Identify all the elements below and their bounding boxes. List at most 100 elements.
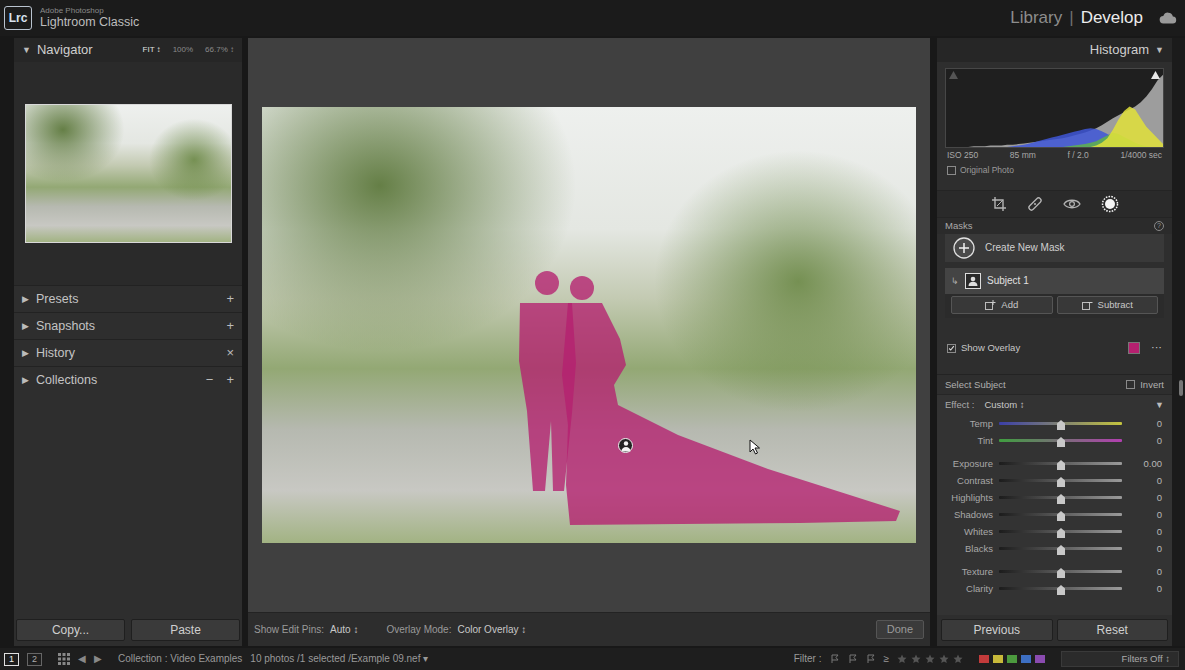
flag-icon[interactable] — [848, 654, 858, 664]
help-button[interactable]: ? — [1154, 221, 1164, 231]
highlight-clipping-icon[interactable] — [1151, 71, 1160, 79]
star-icon[interactable] — [911, 654, 921, 664]
slider-value[interactable]: 0.00 — [1128, 458, 1166, 469]
overlay-color-swatch[interactable] — [1128, 342, 1140, 354]
collapse-toggle[interactable]: ▼ — [1155, 400, 1164, 411]
star-icon[interactable] — [925, 654, 935, 664]
scroll-thumb[interactable] — [1179, 380, 1183, 396]
collapse-toggle[interactable]: ▶ — [22, 348, 29, 359]
slider-thumb[interactable] — [1057, 458, 1065, 468]
slider-value[interactable]: 0 — [1128, 583, 1166, 594]
slider-value[interactable]: 0 — [1128, 566, 1166, 577]
edit-pins-dropdown[interactable]: Auto ↕ — [330, 624, 358, 636]
shadow-clipping-icon[interactable] — [949, 71, 958, 79]
slider-thumb[interactable] — [1057, 435, 1065, 445]
panel-button[interactable]: Previous — [941, 619, 1053, 641]
panel-button[interactable]: Paste — [131, 619, 240, 641]
slider-track[interactable] — [999, 462, 1122, 465]
flag-icon[interactable] — [830, 654, 840, 664]
filter-preset-dropdown[interactable]: Filters Off ↕ — [1061, 651, 1179, 666]
slider-value[interactable]: 0 — [1128, 526, 1166, 537]
screen-button[interactable]: 2 — [27, 653, 42, 666]
adjustment-slider[interactable]: Tint0 — [943, 432, 1166, 449]
show-overlay-row[interactable]: Show Overlay··· — [937, 338, 1172, 358]
panel-row[interactable]: ▶Snapshots+ — [14, 312, 242, 339]
slider-value[interactable]: 0 — [1128, 492, 1166, 503]
star-icon[interactable] — [897, 654, 907, 664]
slider-thumb[interactable] — [1057, 543, 1065, 553]
slider-thumb[interactable] — [1057, 526, 1065, 536]
color-label[interactable] — [1007, 655, 1017, 663]
panel-button[interactable]: Reset — [1057, 619, 1169, 641]
collapse-toggle[interactable]: ▶ — [22, 294, 29, 305]
slider-value[interactable]: 0 — [1128, 543, 1166, 554]
adjustment-slider[interactable]: Clarity0 — [943, 580, 1166, 597]
source-label[interactable]: Collection : Video Examples — [118, 653, 242, 665]
slider-track[interactable] — [999, 587, 1122, 590]
slider-track[interactable] — [999, 513, 1122, 516]
slider-thumb[interactable] — [1057, 492, 1065, 502]
cloud-icon[interactable] — [1159, 12, 1177, 24]
navigator-preview[interactable] — [25, 104, 232, 243]
star-icon[interactable] — [939, 654, 949, 664]
mask-item[interactable]: ↳Subject 1 — [945, 268, 1164, 294]
adjustment-slider[interactable]: Highlights0 — [943, 489, 1166, 506]
adjustment-slider[interactable]: Temp0 — [943, 415, 1166, 432]
slider-value[interactable]: 0 — [1128, 475, 1166, 486]
slider-track[interactable] — [999, 422, 1122, 425]
more-button[interactable]: ··· — [1151, 341, 1162, 354]
original-photo-checkbox[interactable] — [947, 166, 956, 175]
flag-icon[interactable] — [866, 654, 876, 664]
panel-scrollbar[interactable] — [1172, 38, 1185, 646]
module-tab[interactable]: Develop — [1081, 8, 1143, 28]
original-photo-toggle[interactable]: Original Photo — [937, 162, 1172, 178]
adjustment-slider[interactable]: Exposure0.00 — [943, 455, 1166, 472]
collapse-toggle[interactable]: ▼ — [1155, 45, 1164, 56]
histogram-header[interactable]: Histogram▼ — [937, 38, 1172, 62]
grid-icon[interactable] — [58, 653, 70, 665]
panel-action[interactable]: × — [226, 345, 234, 361]
slider-track[interactable] — [999, 496, 1122, 499]
zoom-option[interactable]: 100% — [173, 45, 193, 55]
back-button[interactable]: ◀ — [78, 653, 86, 665]
slider-track[interactable] — [999, 570, 1122, 573]
star-icon[interactable] — [953, 654, 963, 664]
zoom-option[interactable]: 66.7% ↕ — [205, 45, 234, 55]
create-mask-button[interactable]: Create New Mask — [945, 234, 1164, 262]
forward-button[interactable]: ▶ — [94, 653, 102, 665]
slider-value[interactable]: 0 — [1128, 509, 1166, 520]
rating-filter[interactable] — [897, 654, 963, 664]
panel-action[interactable]: + — [226, 372, 234, 388]
plus-icon[interactable] — [953, 237, 975, 259]
panel-action[interactable]: − — [206, 372, 214, 388]
slider-value[interactable]: 0 — [1128, 418, 1166, 429]
slider-thumb[interactable] — [1057, 583, 1065, 593]
navigator-header[interactable]: ▼NavigatorFIT ↕100%66.7% ↕ — [14, 38, 242, 62]
selection-count[interactable]: 10 photos /1 selected /Example 09.nef ▾ — [250, 653, 428, 665]
adjustment-slider[interactable]: Contrast0 — [943, 472, 1166, 489]
heal-icon[interactable] — [1027, 196, 1043, 212]
slider-thumb[interactable] — [1057, 475, 1065, 485]
slider-track[interactable] — [999, 439, 1122, 442]
color-label[interactable] — [993, 655, 1003, 663]
crop-icon[interactable] — [991, 196, 1007, 212]
adjustment-slider[interactable]: Shadows0 — [943, 506, 1166, 523]
collapse-toggle[interactable]: ▶ — [22, 321, 29, 332]
slider-value[interactable]: 0 — [1128, 435, 1166, 446]
panel-row[interactable]: ▶Collections−+ — [14, 366, 242, 393]
panel-button[interactable]: Copy... — [16, 619, 125, 641]
adjustment-slider[interactable]: Whites0 — [943, 523, 1166, 540]
slider-track[interactable] — [999, 547, 1122, 550]
mask-pin-icon[interactable] — [618, 438, 633, 453]
color-label[interactable] — [1035, 655, 1045, 663]
collapse-toggle[interactable]: ▶ — [22, 375, 29, 386]
module-tab[interactable]: Library — [1010, 8, 1062, 28]
slider-thumb[interactable] — [1057, 418, 1065, 428]
effect-dropdown[interactable]: Custom ↕ — [984, 399, 1024, 410]
panel-row[interactable]: ▶History× — [14, 339, 242, 366]
collapse-toggle[interactable]: ▼ — [22, 45, 31, 56]
panel-row[interactable]: ▶Presets+ — [14, 285, 242, 312]
overlay-mode-dropdown[interactable]: Color Overlay ↕ — [457, 624, 526, 636]
add-button[interactable]: Add — [951, 296, 1053, 314]
panel-action[interactable]: + — [226, 318, 234, 334]
